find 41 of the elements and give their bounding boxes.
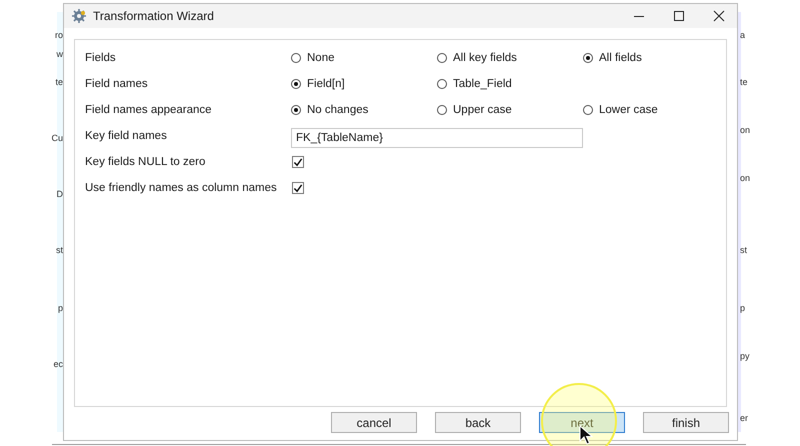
- close-icon[interactable]: [713, 10, 725, 22]
- radio-option[interactable]: Table_Field: [437, 78, 512, 90]
- radio-option[interactable]: All fields: [583, 52, 642, 64]
- text-fragment: p: [58, 302, 63, 314]
- radio-option[interactable]: None: [291, 52, 334, 64]
- field-label: Use friendly names as column names: [85, 182, 278, 194]
- field-label: Key field names: [85, 130, 168, 142]
- text-fragment: w: [56, 48, 63, 60]
- wizard-button[interactable]: finish: [643, 412, 729, 433]
- text-fragment: Cu: [51, 132, 63, 144]
- text-fragment: st: [740, 244, 748, 256]
- checkbox[interactable]: [292, 182, 304, 194]
- wizard-button[interactable]: cancel: [331, 412, 417, 433]
- wizard-button[interactable]: back: [435, 412, 521, 433]
- text-fragment: ro: [54, 29, 63, 41]
- text-fragment: te: [55, 76, 63, 88]
- text-fragment: ec: [53, 358, 63, 370]
- radio-option[interactable]: Upper case: [437, 104, 512, 116]
- text-fragment: D: [56, 188, 63, 200]
- field-label: Field names: [85, 78, 149, 90]
- radio-option[interactable]: No changes: [291, 104, 368, 116]
- radio-option[interactable]: Field[n]: [291, 78, 345, 90]
- maximize-icon[interactable]: [673, 10, 685, 22]
- checkbox[interactable]: [292, 156, 304, 168]
- field-label: Field names appearance: [85, 104, 213, 116]
- field-label: Fields: [85, 52, 117, 64]
- wizard-button[interactable]: next: [539, 412, 625, 433]
- radio-option[interactable]: All key fields: [437, 52, 517, 64]
- text-fragment: on: [740, 172, 750, 184]
- text-fragment: te: [740, 76, 748, 88]
- text-fragment: on: [740, 124, 750, 136]
- radio-option[interactable]: Lower case: [583, 104, 658, 116]
- text-field[interactable]: FK_{TableName}: [291, 128, 583, 148]
- text-fragment: st: [56, 244, 63, 256]
- field-label: Key fields NULL to zero: [85, 156, 206, 168]
- text-fragment: er: [740, 412, 748, 424]
- text-fragment: py: [740, 350, 750, 362]
- window-title: Transformation Wizard: [93, 9, 215, 23]
- text-fragment: a: [740, 29, 746, 41]
- text-fragment: p: [740, 302, 746, 314]
- gear-icon: [72, 9, 86, 23]
